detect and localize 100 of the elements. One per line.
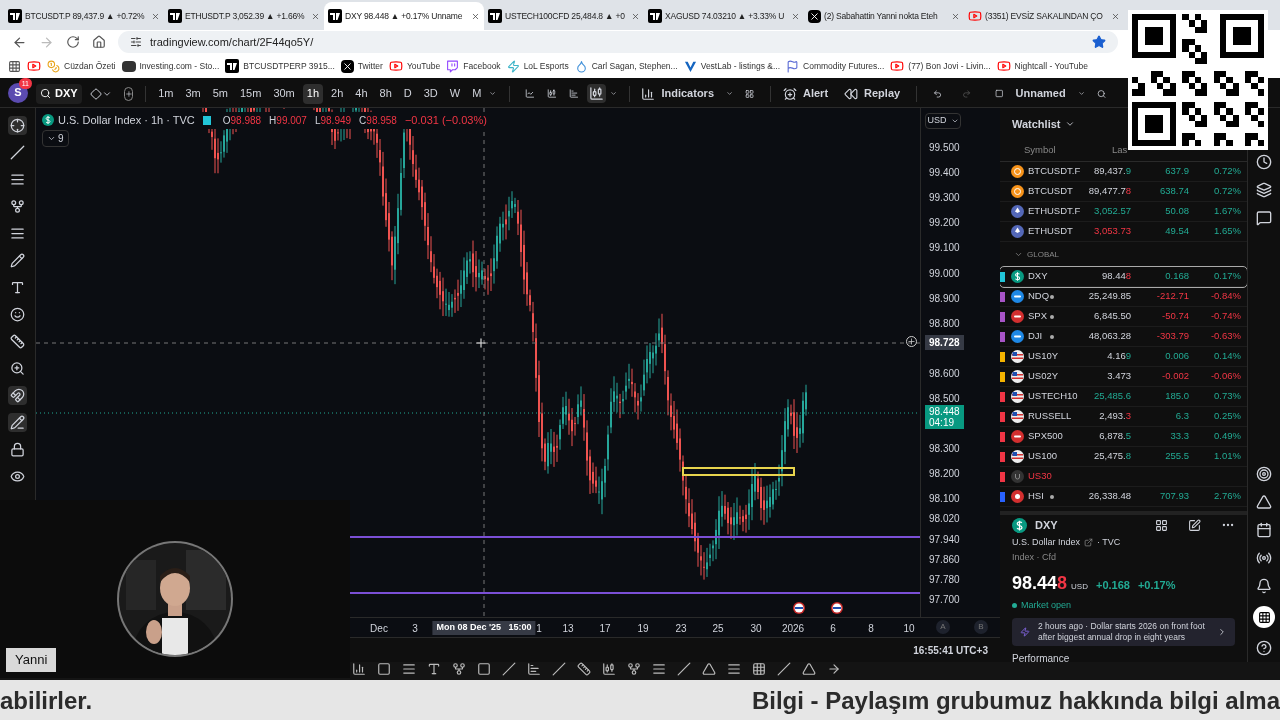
interval-button[interactable]: W bbox=[445, 83, 465, 104]
browser-tab[interactable]: DXY 98.448 ▲ +0.17% Unname bbox=[324, 2, 484, 30]
trend-line-icon[interactable] bbox=[8, 143, 27, 162]
target-icon[interactable] bbox=[1256, 466, 1272, 482]
alert-button[interactable]: Alert bbox=[779, 85, 833, 102]
watchlist-row[interactable]: US30 bbox=[1000, 467, 1247, 487]
drawing-tool-icon[interactable] bbox=[452, 662, 466, 676]
bookmark[interactable]: Nightcall - YouTube bbox=[996, 59, 1088, 73]
clock-icon[interactable] bbox=[1256, 154, 1272, 170]
interval-button[interactable]: 3m bbox=[181, 83, 205, 104]
currency-dropdown[interactable]: USD bbox=[925, 113, 961, 129]
external-link-icon[interactable] bbox=[1084, 537, 1094, 547]
drawing-tool-icon[interactable] bbox=[727, 662, 741, 676]
interval-button[interactable]: 4h bbox=[351, 83, 372, 104]
axis-toggle-button[interactable]: A bbox=[936, 620, 950, 634]
drawing-tool-icon[interactable] bbox=[702, 662, 716, 676]
drawing-tool-icon[interactable] bbox=[627, 662, 641, 676]
drawing-tool-icon[interactable] bbox=[652, 662, 666, 676]
close-icon[interactable] bbox=[1111, 11, 1120, 21]
layout-icon[interactable] bbox=[995, 87, 1004, 100]
drawing-tool-icon[interactable] bbox=[752, 662, 766, 676]
browser-tab[interactable]: (3351) EVSİZ SAKALINDAN ÇO bbox=[964, 2, 1124, 30]
axis-toggle-button[interactable]: B bbox=[974, 620, 988, 634]
column-header[interactable]: Las bbox=[1112, 143, 1128, 158]
close-icon[interactable] bbox=[631, 11, 640, 21]
drawing-tool-icon[interactable] bbox=[602, 662, 616, 676]
address-bar[interactable]: tradingview.com/chart/2F44qo5Y/ bbox=[118, 31, 1118, 53]
bookmark[interactable]: BTCUSDTPERP 3915... bbox=[225, 59, 335, 73]
interval-button[interactable]: 1m bbox=[154, 83, 178, 104]
triangle-icon[interactable] bbox=[1256, 494, 1272, 510]
drawing-tool-icon[interactable] bbox=[777, 662, 791, 676]
close-icon[interactable] bbox=[151, 11, 160, 21]
event-flag-icon[interactable] bbox=[792, 601, 806, 615]
drawing-tool-icon[interactable] bbox=[677, 662, 691, 676]
apps-icon[interactable] bbox=[8, 59, 21, 73]
line-chart-icon[interactable] bbox=[525, 86, 535, 101]
drawing-tool-icon[interactable] bbox=[577, 662, 591, 676]
watchlist-row[interactable]: HSI 26,338.48 707.93 2.76% bbox=[1000, 487, 1247, 507]
watchlist-row[interactable]: RUSSELL 2,493.3 6.3 0.25% bbox=[1000, 407, 1247, 427]
watchlist-row[interactable]: DJI 48,063.28 -303.79 -0.63% bbox=[1000, 327, 1247, 347]
drawing-tool-icon[interactable] bbox=[402, 662, 416, 676]
group-header[interactable]: GLOBAL bbox=[1000, 242, 1247, 267]
site-settings-icon[interactable] bbox=[130, 36, 142, 48]
layout-button[interactable]: Unnamed bbox=[1015, 85, 1066, 102]
bookmark[interactable]: LoL Esports bbox=[506, 59, 569, 73]
rectangle-drawing[interactable] bbox=[682, 467, 795, 476]
close-icon[interactable] bbox=[471, 11, 480, 21]
close-icon[interactable] bbox=[311, 11, 320, 21]
chart-title[interactable]: U.S. Dollar Index · 1h · TVC bbox=[58, 112, 195, 129]
brush-icon[interactable] bbox=[8, 251, 27, 270]
watchlist-row[interactable]: US02Y 3.473 -0.002 -0.06% bbox=[1000, 367, 1247, 387]
fork-icon[interactable] bbox=[8, 197, 27, 216]
zoom-in-icon[interactable] bbox=[8, 359, 27, 378]
browser-tab[interactable]: BTCUSDT.P 89,437.9 ▲ +0.72% bbox=[4, 2, 164, 30]
watchlist-row[interactable]: BTCUSDT.F 89,437.9 637.9 0.72% bbox=[1000, 162, 1247, 182]
interval-button[interactable]: M bbox=[468, 83, 486, 104]
drawing-tool-icon[interactable] bbox=[502, 662, 516, 676]
bookmark[interactable] bbox=[27, 59, 41, 73]
watchlist-row[interactable]: NDQ 25,249.85 -212.71 -0.84% bbox=[1000, 287, 1247, 307]
crosshair-icon[interactable] bbox=[8, 116, 27, 135]
bookmark[interactable]: Carl Sagan, Stephen... bbox=[574, 59, 678, 73]
drawing-tool-icon[interactable] bbox=[377, 662, 391, 676]
bookmark[interactable]: Facebook bbox=[446, 59, 501, 73]
watchlist-row[interactable]: DXY 98.448 0.168 0.17% bbox=[1000, 267, 1247, 287]
back-icon[interactable] bbox=[12, 34, 27, 50]
calendar-icon[interactable] bbox=[1256, 522, 1272, 538]
lock-icon[interactable] bbox=[8, 440, 27, 459]
interval-button[interactable]: 5m bbox=[208, 83, 232, 104]
watchlist-row[interactable]: SPX 6,845.50 -50.74 -0.74% bbox=[1000, 307, 1247, 327]
symbol-search-field[interactable]: DXY bbox=[36, 83, 82, 104]
interval-button[interactable]: 1h bbox=[302, 83, 324, 104]
browser-tab[interactable]: ETHUSDT.P 3,052.39 ▲ +1.66% bbox=[164, 2, 324, 30]
chart-type-button[interactable] bbox=[586, 84, 606, 103]
bookmark[interactable]: YouTube bbox=[388, 59, 441, 73]
interval-button[interactable]: 30m bbox=[269, 83, 299, 104]
bars-icon[interactable] bbox=[568, 86, 579, 101]
drawing-tool-icon[interactable] bbox=[527, 662, 541, 676]
indicators-button[interactable]: Indicators bbox=[641, 85, 714, 102]
interval-button[interactable]: D bbox=[399, 83, 416, 104]
bookmark[interactable]: VestLab - listings &... bbox=[683, 59, 781, 73]
magnet-icon[interactable] bbox=[8, 386, 27, 405]
ruler-icon[interactable] bbox=[8, 332, 27, 351]
home-icon[interactable] bbox=[92, 35, 106, 49]
bookmark[interactable]: Investing.com - Sto... bbox=[121, 59, 220, 73]
close-icon[interactable] bbox=[791, 11, 800, 21]
watchlist-row[interactable]: SPX500 6,878.5 33.3 0.49% bbox=[1000, 427, 1247, 447]
drawing-tool-icon[interactable] bbox=[352, 662, 366, 676]
drawing-tool-icon[interactable] bbox=[477, 662, 491, 676]
news-card[interactable]: 2 hours ago · Dollar starts 2026 on front foot after biggest annual drop in eight years bbox=[1012, 618, 1235, 646]
watchlist-row[interactable]: ETHUSDT 3,053.73 49.54 1.65% bbox=[1000, 222, 1247, 242]
replay-button[interactable]: Replay bbox=[836, 85, 909, 102]
interval-button[interactable]: 8h bbox=[375, 83, 396, 104]
watchlist-row[interactable]: US10Y 4.169 0.006 0.14% bbox=[1000, 347, 1247, 367]
event-flag-icon[interactable] bbox=[830, 601, 844, 615]
bookmark[interactable]: Commodity Futures... bbox=[786, 59, 885, 73]
drawing-tool-icon[interactable] bbox=[552, 662, 566, 676]
bell-icon[interactable] bbox=[1256, 578, 1272, 594]
watchlist-row[interactable]: US100 25,475.8 255.5 1.01% bbox=[1000, 447, 1247, 467]
interval-button[interactable]: 3D bbox=[419, 83, 442, 104]
drawing-tool-icon[interactable] bbox=[427, 662, 441, 676]
